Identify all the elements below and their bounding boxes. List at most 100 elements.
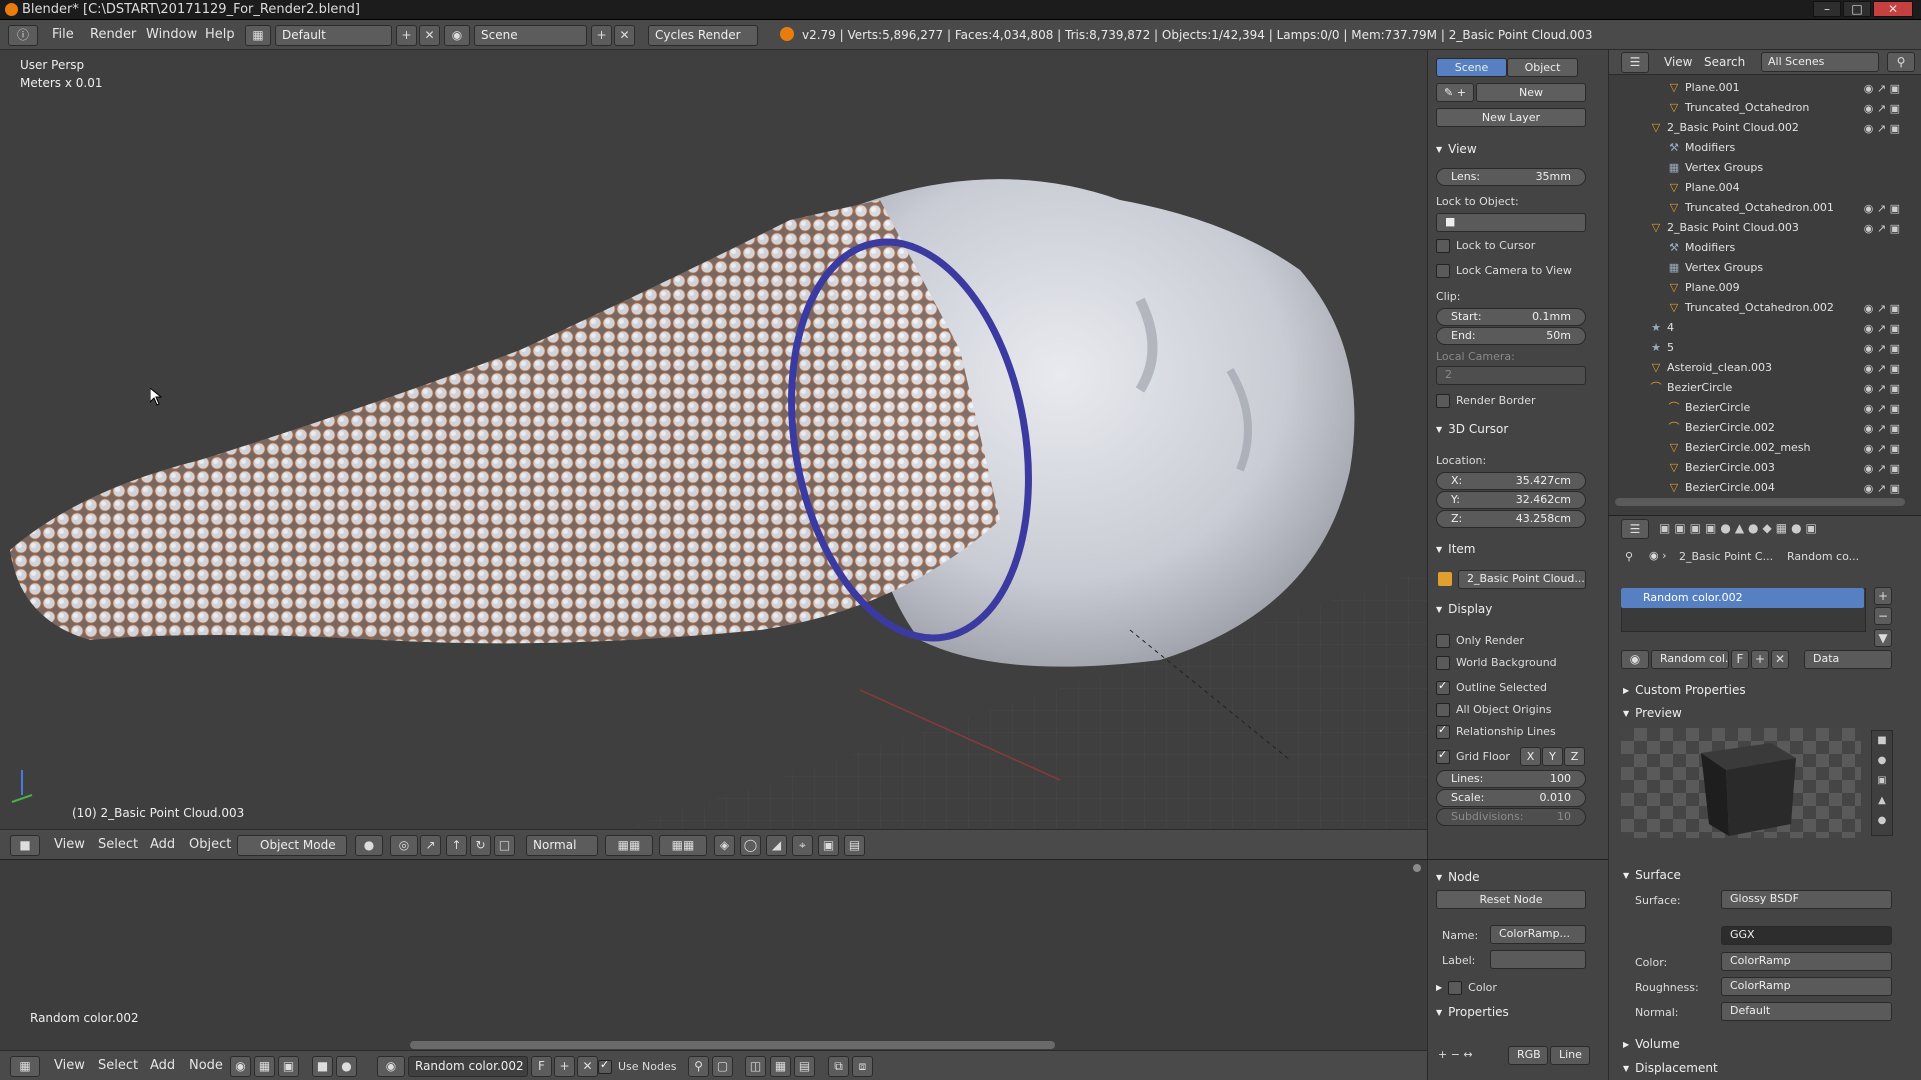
outliner-row[interactable]: ★ 4 [1649, 318, 1674, 338]
menu-help[interactable]: Help [205, 27, 235, 42]
outliner-row[interactable]: ▽ Asteroid_clean.003 [1649, 358, 1772, 378]
outliner-row[interactable]: ▦ Vertex Groups [1667, 158, 1763, 178]
lock-to-object-field[interactable]: ■ [1436, 213, 1586, 232]
outliner-search-icon[interactable]: ⚲ [1887, 52, 1915, 72]
outliner-row[interactable]: ▽ Plane.004 [1667, 178, 1740, 198]
displacement-section[interactable]: Displacement [1623, 1061, 1718, 1075]
material-slot-item[interactable]: Random color.002 [1621, 588, 1864, 608]
item-name-field[interactable]: 2_Basic Point Cloud... [1458, 570, 1586, 589]
outliner-row[interactable]: ▽ BezierCircle.003 [1667, 458, 1775, 478]
visibility-toggle-icon[interactable]: ◉ ↗ ▣ [1864, 482, 1900, 495]
snap-target-icon[interactable]: ⌖ [792, 835, 813, 856]
translate-icon[interactable]: ↑ [446, 835, 467, 856]
scene-field[interactable]: Scene [474, 25, 587, 46]
visibility-toggle-icon[interactable]: ◉ ↗ ▣ [1864, 422, 1900, 435]
custom-properties-section[interactable]: Custom Properties [1623, 683, 1745, 697]
outliner-scope-dropdown[interactable]: All Scenes [1761, 52, 1879, 72]
lens-field[interactable]: Lens: 35mm [1436, 168, 1586, 186]
material-browse-icon[interactable]: ◉ [377, 1056, 405, 1077]
node-menu-view[interactable]: View [54, 1058, 85, 1073]
use-nodes-checkbox[interactable]: Use Nodes [598, 1058, 677, 1074]
node-menu-select[interactable]: Select [98, 1058, 138, 1073]
normal-input-dropdown[interactable]: Default [1721, 1002, 1892, 1021]
grid-axis-z-toggle[interactable]: Z [1564, 747, 1585, 766]
visibility-toggle-icon[interactable]: ◉ ↗ ▣ [1864, 442, 1900, 455]
visibility-toggle-icon[interactable]: ◉ ↗ ▣ [1864, 462, 1900, 475]
menu-file[interactable]: File [52, 27, 74, 42]
clip-end-field[interactable]: End: 50m [1436, 327, 1586, 345]
grid-floor-checkbox[interactable]: Grid Floor [1436, 748, 1510, 764]
scene-icon[interactable]: ◉ [444, 25, 470, 46]
remove-slot-icon[interactable]: − [1874, 607, 1892, 625]
unlink-material-icon[interactable]: ✕ [577, 1056, 598, 1077]
tab-scene[interactable]: Scene [1436, 58, 1507, 77]
properties-context-tabs-icon[interactable]: ▣▣▣▣●▲●◆▦●▣ [1659, 521, 1821, 535]
add-material-icon[interactable]: + [554, 1056, 575, 1077]
minimize-button[interactable]: – [1813, 1, 1841, 17]
paste-nodes-icon[interactable]: ⧈ [852, 1056, 873, 1077]
manipulator-icon[interactable]: ↗ [420, 835, 441, 856]
visibility-toggle-icon[interactable]: ◉ ↗ ▣ [1864, 222, 1900, 235]
visibility-toggle-icon[interactable]: ◉ ↗ ▣ [1864, 122, 1900, 135]
visibility-toggle-icon[interactable]: ◉ ↗ ▣ [1864, 342, 1900, 355]
visibility-toggle-icon[interactable]: ◉ ↗ ▣ [1864, 82, 1900, 95]
visibility-toggle-icon[interactable]: ◉ ↗ ▣ [1864, 322, 1900, 335]
mode-dropdown[interactable]: Object Mode [237, 835, 347, 856]
visibility-toggle-icon[interactable]: ◉ ↗ ▣ [1864, 202, 1900, 215]
visibility-toggle-icon[interactable]: ◉ ↗ ▣ [1864, 402, 1900, 415]
outliner-editor-type-icon[interactable]: ☰ [1621, 52, 1649, 73]
node-snap-mode-icon[interactable]: ▦ [770, 1056, 791, 1077]
screen-layout-icon[interactable]: ▦ [245, 25, 271, 46]
roughness-input-dropdown[interactable]: ColorRamp [1721, 977, 1892, 996]
grid-axis-y-toggle[interactable]: Y [1542, 747, 1563, 766]
display-section-title[interactable]: Display [1436, 602, 1492, 616]
distribution-dropdown[interactable]: GGX [1721, 926, 1892, 945]
object-shader-icon[interactable]: ■ [312, 1056, 333, 1077]
maximize-button[interactable]: □ [1843, 1, 1871, 17]
remove-screen-icon[interactable]: ✕ [419, 25, 440, 46]
node-color-checkbox[interactable]: Color [1448, 981, 1497, 995]
layers-2-icon[interactable]: ▦▦ [659, 835, 707, 856]
visibility-toggle-icon[interactable]: ◉ ↗ ▣ [1864, 302, 1900, 315]
tab-object[interactable]: Object [1507, 58, 1578, 77]
vp-menu-add[interactable]: Add [150, 837, 175, 852]
lock-camera-to-view-checkbox[interactable]: Lock Camera to View [1436, 264, 1572, 278]
material-unlink-icon[interactable]: ✕ [1771, 650, 1789, 669]
clip-start-field[interactable]: Start: 0.1mm [1436, 308, 1586, 326]
node-backdrop-icon[interactable]: ▤ [794, 1056, 815, 1077]
remove-scene-icon[interactable]: ✕ [614, 25, 635, 46]
new-grease-pencil-button[interactable]: New [1476, 83, 1586, 102]
relationship-lines-checkbox[interactable]: Relationship Lines [1436, 723, 1556, 739]
world-background-checkbox[interactable]: World Background [1436, 656, 1557, 670]
outliner-row[interactable]: ▽ BezierCircle.004 [1667, 478, 1775, 498]
visibility-toggle-icon[interactable]: ◉ ↗ ▣ [1864, 362, 1900, 375]
lock-layers-icon[interactable]: ◈ [714, 835, 735, 856]
lock-to-cursor-checkbox[interactable]: Lock to Cursor [1436, 239, 1535, 253]
grid-lines-field[interactable]: Lines: 100 [1436, 770, 1586, 788]
opengl-anim-icon[interactable]: ▤ [844, 835, 865, 856]
color-input-dropdown[interactable]: ColorRamp [1721, 952, 1892, 971]
outliner-row[interactable]: ▽ 2_Basic Point Cloud.002 [1649, 118, 1799, 138]
node-properties-section[interactable]: Properties [1436, 1005, 1509, 1019]
layers-icon[interactable]: ▦▦ [605, 835, 653, 856]
outliner-row[interactable]: ▽ Truncated_Octahedron [1667, 98, 1810, 118]
menu-render[interactable]: Render [90, 27, 136, 42]
node-label-field[interactable] [1490, 950, 1586, 969]
properties-pin-icon[interactable]: ⚲ [1625, 550, 1633, 563]
outliner-row[interactable]: ▽ BezierCircle.002_mesh [1667, 438, 1811, 458]
visibility-toggle-icon[interactable]: ◉ ↗ ▣ [1864, 102, 1900, 115]
surface-section[interactable]: Surface [1623, 868, 1681, 882]
outliner-row[interactable]: ⌒ BezierCircle [1649, 378, 1733, 398]
outliner-menu-search[interactable]: Search [1704, 55, 1745, 69]
cursor-y-field[interactable]: Y: 32.462cm [1436, 491, 1586, 509]
close-button[interactable]: ✕ [1873, 1, 1913, 17]
vp-menu-select[interactable]: Select [98, 837, 138, 852]
material-field[interactable]: Random col... [1651, 650, 1729, 669]
grid-scale-field[interactable]: Scale: 0.010 [1436, 789, 1586, 807]
node-parent-icon[interactable]: ▢ [712, 1056, 733, 1077]
preview-shape-icons[interactable]: ■ ● ▣ ▲ ● [1871, 730, 1893, 836]
node-menu-add[interactable]: Add [150, 1058, 175, 1073]
visibility-toggle-icon[interactable]: ◉ ↗ ▣ [1864, 382, 1900, 395]
colorramp-color-mode[interactable]: RGB [1508, 1046, 1548, 1065]
grid-axis-x-toggle[interactable]: X [1520, 747, 1541, 766]
